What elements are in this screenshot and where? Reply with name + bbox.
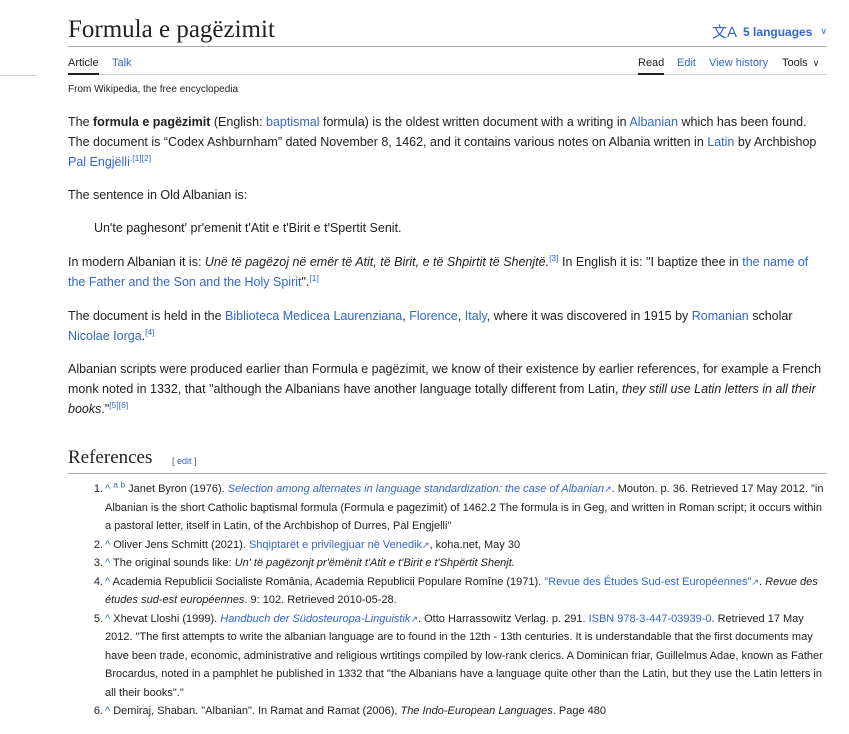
tab-read[interactable]: Read (638, 56, 665, 75)
text: Oliver Jens Schmitt (2021). (110, 538, 249, 551)
text: In modern Albanian it is: (68, 255, 205, 269)
bold-term: formula e pagëzimit (93, 115, 211, 129)
paragraph-document-held: The document is held in the Biblioteca M… (68, 306, 827, 346)
text: by Archbishop (734, 135, 817, 149)
references-heading: References (68, 447, 153, 468)
text: The document is held in the (68, 309, 226, 323)
link-nicolae-iorga[interactable]: Nicolae Iorga (68, 329, 142, 343)
text: , (457, 309, 465, 323)
external-link-icon: ↗ (422, 539, 430, 550)
isbn-link[interactable]: ISBN 978-3-447-03939-0 (589, 613, 712, 625)
link-baptismal[interactable]: baptismal (266, 115, 320, 129)
text: Xhevat Lloshi (1999). (110, 612, 221, 625)
languages-button[interactable]: 文A 5 languages ∨ (712, 21, 827, 42)
edit-section-link[interactable]: edit (177, 456, 192, 466)
chevron-down-icon: ∨ (812, 58, 820, 68)
paragraph-old-albanian: The sentence in Old Albanian is: (68, 188, 248, 202)
ref-link[interactable]: "Revue des Études Sud-est Européennes" (544, 576, 751, 588)
tagline: From Wikipedia, the free encyclopedia (68, 84, 239, 95)
section-edit: [ edit ] (172, 456, 197, 466)
ref-number: 6. (93, 705, 103, 717)
list-item: 6. ^ Demiraj, Shaban. "Albanian". In Rama… (94, 702, 827, 721)
page-container: Formula e pagëzimit 文A 5 languages ∨ Art… (68, 0, 827, 717)
ref-link[interactable]: Shqiptarët e privilegjuar në Venedik (249, 539, 422, 551)
link-pal-engjelli[interactable]: Pal Engjëlli (68, 155, 130, 169)
page-title: Formula e pagëzimit (68, 16, 275, 43)
text: ] (191, 456, 197, 466)
external-link-icon: ↗ (604, 484, 612, 494)
ref-number: 1. (93, 483, 103, 495)
citation-5-6[interactable]: [5][6] (109, 400, 128, 410)
ref-link-text: Selection among alternates in language s… (227, 483, 605, 495)
old-albanian-quote: Un'te paghesont' pr'emenit t'Atit e t'Bi… (94, 221, 402, 235)
list-item: 4. ^ Academia Republicii Socialiste Român… (94, 573, 827, 610)
ref-link-text: Handbuch der Südosteuropa-Linguistik (220, 612, 411, 625)
tab-article[interactable]: Article (68, 56, 99, 75)
italic-modern-sentence: Unë të pagëzoj në emër të Atit, të Birit… (204, 255, 550, 269)
text: formula) is the oldest written document … (319, 115, 630, 129)
backlink-ab[interactable]: a b (113, 479, 125, 489)
text: In English it is: "I baptize thee in (558, 255, 743, 269)
list-item: 3. ^ The original sounds like: Un' të pag… (94, 554, 827, 573)
text: The original sounds like: (110, 557, 235, 569)
citation-1[interactable]: [1] (309, 273, 318, 283)
text: , where it was discovered in 1915 by (486, 309, 692, 323)
languages-label: 5 languages (743, 24, 813, 39)
chevron-down-icon: ∨ (820, 26, 827, 36)
text: . Page 480 (552, 705, 606, 717)
references-list: 1. ^ a b Janet Byron (1976). Selection am… (94, 479, 827, 721)
link-florence[interactable]: Florence (409, 309, 458, 323)
paragraph-albanian-scripts: Albanian scripts were produced earlier t… (68, 359, 827, 419)
text: , koha.net, May 30 (429, 538, 521, 551)
external-link-icon: ↗ (410, 613, 418, 624)
text: Academia Republicii Socialiste România, … (110, 575, 545, 588)
ref-number: 3. (93, 557, 103, 569)
link-latin[interactable]: Latin (707, 135, 734, 149)
title-bar: Formula e pagëzimit 文A 5 languages ∨ (68, 0, 827, 47)
text: The (68, 115, 94, 129)
list-item: 1. ^ a b Janet Byron (1976). Selection am… (94, 479, 827, 536)
tab-edit[interactable]: Edit (677, 56, 696, 70)
link-romanian[interactable]: Romanian (692, 309, 749, 323)
citation-1-2[interactable]: .[1][2] (130, 153, 151, 163)
translate-icon: 文A (712, 24, 738, 41)
text: . Otto Harrassowitz Verlag. p. 291. (417, 612, 589, 625)
tab-view-history[interactable]: View history (709, 56, 768, 70)
citation-3[interactable]: [3] (549, 253, 558, 263)
references-section-header: References [ edit ] (68, 445, 827, 474)
ref-number: 2. (93, 538, 103, 551)
backlink-caret: ^ (105, 483, 111, 495)
paragraph-modern-albanian: In modern Albanian it is: Unë të pagëzoj… (68, 252, 827, 292)
link-italy[interactable]: Italy (465, 309, 487, 323)
ref-number: 4. (93, 575, 103, 588)
ref-number: 5. (93, 612, 103, 625)
external-link-icon: ↗ (751, 576, 760, 587)
list-item: 5. ^ Xhevat Lloshi (1999). Handbuch der S… (94, 610, 827, 703)
tab-talk[interactable]: Talk (112, 56, 132, 70)
tools-menu[interactable]: Tools ∨ (782, 56, 819, 70)
ref-link[interactable]: Selection among alternates in language s… (228, 483, 604, 495)
link-albanian[interactable]: Albanian (629, 115, 678, 129)
text: . 9: 102. Retrieved 2010-05-28. (244, 594, 397, 606)
italic-book: The Indo-European Languages (400, 705, 553, 717)
link-biblioteca[interactable]: Biblioteca Medicea Laurenziana (225, 309, 402, 323)
ref-link[interactable]: Handbuch der Südosteuropa-Linguistik (220, 613, 410, 625)
tools-label: Tools (782, 57, 808, 69)
page-tabs: Article Talk Read Edit View history Tool… (68, 47, 827, 75)
italic-original: Un' të pagëzonjt pr'ëmënit t'Atit e t'Bi… (234, 557, 515, 569)
paragraph-intro: The formula e pagëzimit (English: baptis… (68, 112, 827, 172)
text: (English: (210, 115, 266, 129)
text: Demiraj, Shaban. "Albanian". In Ramat an… (110, 705, 401, 717)
citation-4[interactable]: [4] (145, 327, 154, 337)
text: Janet Byron (1976). (125, 483, 228, 495)
list-item: 2. ^ Oliver Jens Schmitt (2021). Shqiptar… (94, 536, 827, 555)
sidebar-divider (0, 75, 36, 76)
text: scholar (748, 309, 793, 323)
text: . Retrieved 17 May 2012. "The first atte… (105, 612, 823, 699)
